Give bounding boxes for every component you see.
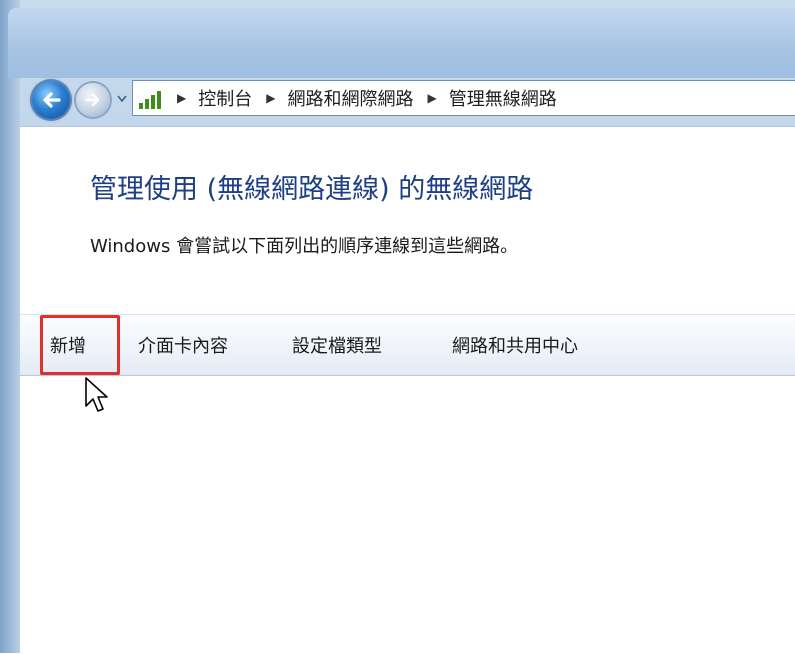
- page-title: 管理使用 (無線網路連線) 的無線網路: [90, 174, 534, 205]
- command-toolbar: 新增 介面卡內容 設定檔類型 網路和共用中心: [20, 314, 795, 376]
- network-sharing-center-label: 網路和共用中心: [452, 336, 578, 357]
- chevron-down-icon: [117, 95, 127, 103]
- address-bar[interactable]: ▶ 控制台 ▶ 網路和網際網路 ▶ 管理無線網路: [132, 80, 795, 116]
- breadcrumb-network-internet[interactable]: 網路和網際網路: [287, 85, 413, 111]
- window-left-border: [0, 0, 20, 653]
- highlight-box: [40, 315, 120, 375]
- forward-button[interactable]: [76, 83, 110, 117]
- forward-arrow-icon: [85, 93, 100, 107]
- network-signal-icon: [139, 87, 163, 109]
- chevron-right-icon[interactable]: ▶: [427, 91, 436, 105]
- title-bar[interactable]: [8, 8, 795, 78]
- profile-types-button[interactable]: 設定檔類型: [292, 315, 382, 375]
- chevron-right-icon[interactable]: ▶: [266, 91, 275, 105]
- content-pane: 管理使用 (無線網路連線) 的無線網路 Windows 會嘗試以下面列出的順序連…: [20, 126, 795, 654]
- mouse-pointer-icon: [85, 377, 108, 412]
- recent-pages-dropdown[interactable]: [116, 92, 128, 106]
- adapter-properties-label: 介面卡內容: [138, 336, 228, 357]
- chevron-right-icon[interactable]: ▶: [177, 91, 186, 105]
- back-button[interactable]: [32, 81, 70, 119]
- breadcrumb-manage-wireless[interactable]: 管理無線網路: [449, 85, 557, 111]
- breadcrumb-control-panel[interactable]: 控制台: [198, 85, 252, 111]
- back-arrow-icon: [43, 92, 61, 108]
- network-sharing-center-button[interactable]: 網路和共用中心: [452, 315, 578, 375]
- navigation-bar: ▶ 控制台 ▶ 網路和網際網路 ▶ 管理無線網路: [20, 72, 795, 126]
- page-description: Windows 會嘗試以下面列出的順序連線到這些網路。: [90, 236, 519, 257]
- profile-types-label: 設定檔類型: [292, 336, 382, 357]
- adapter-properties-button[interactable]: 介面卡內容: [138, 315, 228, 375]
